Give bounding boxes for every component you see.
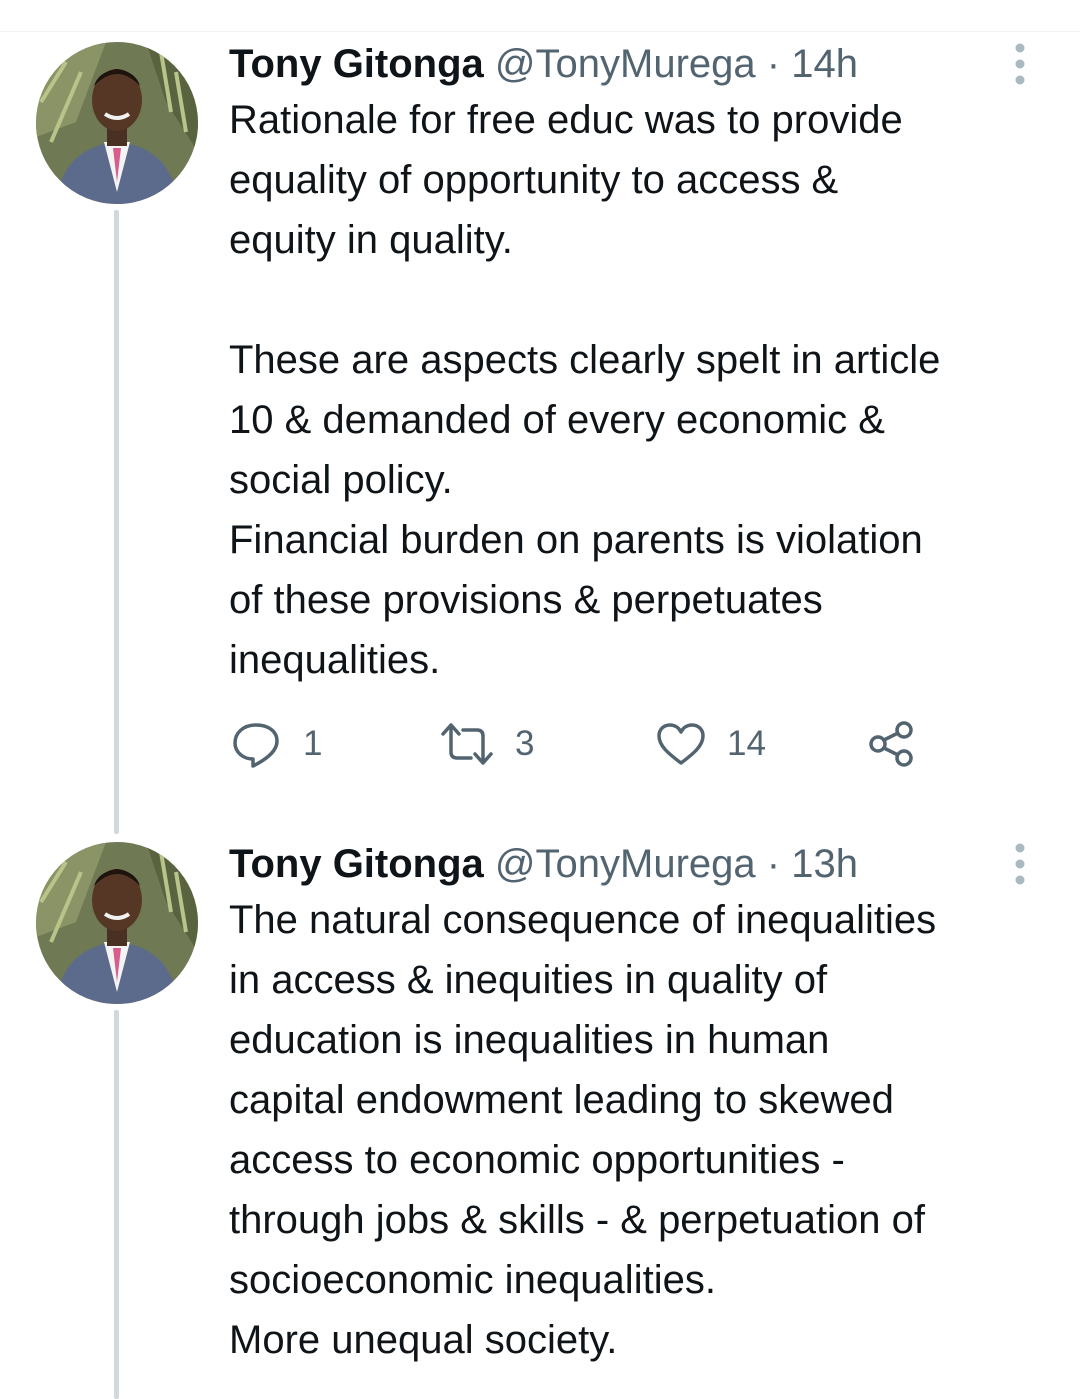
retweet-icon bbox=[441, 723, 493, 765]
retweet-count: 3 bbox=[515, 724, 535, 763]
author-name[interactable]: Tony Gitonga bbox=[229, 842, 484, 886]
like-button[interactable]: 14 bbox=[655, 714, 766, 774]
timestamp[interactable]: 14h bbox=[791, 42, 858, 86]
separator-dot: · bbox=[766, 42, 781, 86]
top-divider bbox=[0, 31, 1080, 32]
more-vertical-icon bbox=[1015, 43, 1025, 85]
share-icon bbox=[869, 721, 913, 767]
tweet-text: Rationale for free educ was to provide e… bbox=[229, 98, 941, 682]
avatar[interactable] bbox=[36, 842, 198, 1004]
author-handle[interactable]: @TonyMurega bbox=[495, 842, 756, 886]
tweet-1[interactable]: Tony Gitonga @TonyMurega · 14h Rationale… bbox=[0, 36, 1080, 834]
reply-icon bbox=[233, 723, 279, 768]
avatar-photo bbox=[36, 842, 198, 1004]
more-options-button[interactable] bbox=[1004, 40, 1036, 88]
reply-button[interactable]: 1 bbox=[229, 714, 322, 774]
tweet-header: Tony Gitonga @TonyMurega · 13h bbox=[229, 836, 858, 892]
thread-connector-line bbox=[114, 1010, 119, 1399]
retweet-button[interactable]: 3 bbox=[439, 714, 534, 774]
separator-dot: · bbox=[766, 842, 781, 886]
tweet-text: The natural consequence of inequalities … bbox=[229, 898, 937, 1362]
author-handle[interactable]: @TonyMurega bbox=[495, 42, 756, 86]
avatar-photo bbox=[36, 42, 198, 204]
avatar[interactable] bbox=[36, 42, 198, 204]
tweet-actions: 1 3 14 bbox=[229, 714, 949, 774]
heart-icon bbox=[657, 723, 705, 765]
timestamp[interactable]: 13h bbox=[791, 842, 858, 886]
thread-connector-line bbox=[114, 210, 119, 834]
tweet-header: Tony Gitonga @TonyMurega · 14h bbox=[229, 36, 858, 92]
like-count: 14 bbox=[727, 724, 766, 763]
reply-count: 1 bbox=[303, 724, 323, 763]
more-options-button[interactable] bbox=[1004, 840, 1036, 888]
share-button[interactable] bbox=[867, 714, 917, 774]
more-vertical-icon bbox=[1015, 843, 1025, 885]
author-name[interactable]: Tony Gitonga bbox=[229, 42, 484, 86]
tweet-2[interactable]: Tony Gitonga @TonyMurega · 13h The natur… bbox=[0, 836, 1080, 1399]
